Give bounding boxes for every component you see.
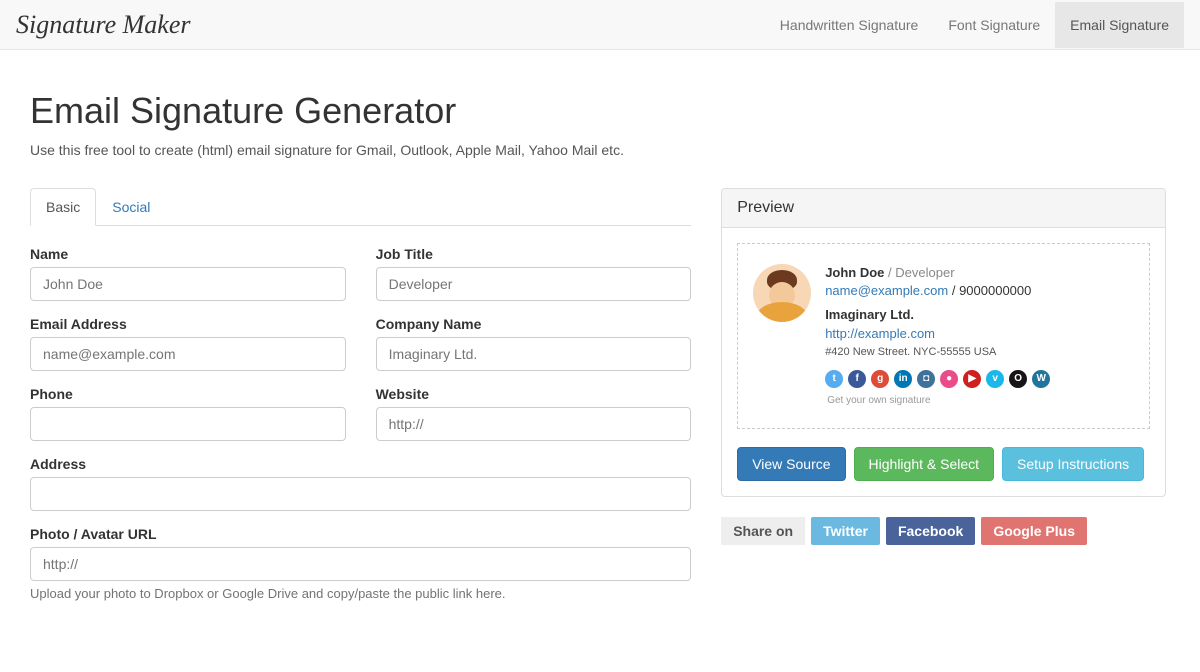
nav-handwritten[interactable]: Handwritten Signature [765, 2, 934, 48]
email-input[interactable] [30, 337, 346, 371]
vimeo-icon[interactable]: v [986, 370, 1004, 388]
share-google-button[interactable]: Google Plus [981, 517, 1087, 545]
nav-email[interactable]: Email Signature [1055, 2, 1184, 48]
address-input[interactable] [30, 477, 691, 511]
avatar [753, 264, 811, 322]
website-label: Website [376, 386, 692, 402]
highlight-button[interactable]: Highlight & Select [854, 447, 995, 481]
website-input[interactable] [376, 407, 692, 441]
share-facebook-button[interactable]: Facebook [886, 517, 975, 545]
tab-basic[interactable]: Basic [30, 188, 96, 226]
preview-panel: Preview John Doe / Developer name@exampl… [721, 188, 1166, 497]
phone-input[interactable] [30, 407, 346, 441]
instagram-icon[interactable]: ◘ [917, 370, 935, 388]
preview-column: Preview John Doe / Developer name@exampl… [721, 188, 1166, 616]
view-source-button[interactable]: View Source [737, 447, 845, 481]
setup-button[interactable]: Setup Instructions [1002, 447, 1144, 481]
preview-website[interactable]: http://example.com [825, 326, 935, 341]
address-label: Address [30, 456, 691, 472]
job-input[interactable] [376, 267, 692, 301]
preview-address: #420 New Street. NYC-55555 USA [825, 345, 1050, 360]
preview-phone: 9000000000 [959, 283, 1031, 298]
nav-right: Handwritten Signature Font Signature Ema… [765, 2, 1184, 48]
dribbble-icon[interactable]: ● [940, 370, 958, 388]
page-subtitle: Use this free tool to create (html) emai… [30, 142, 1170, 158]
phone-label: Phone [30, 386, 346, 402]
photo-input[interactable] [30, 547, 691, 581]
preview-sep2: / [948, 283, 959, 298]
googleplus-icon[interactable]: g [871, 370, 889, 388]
company-input[interactable] [376, 337, 692, 371]
form-column: Basic Social Name Job Title Email Addres… [30, 188, 691, 616]
preview-company: Imaginary Ltd. [825, 306, 1050, 324]
form-tabs: Basic Social [30, 188, 691, 226]
nav-font[interactable]: Font Signature [933, 2, 1055, 48]
preview-heading: Preview [722, 189, 1165, 228]
main-container: Email Signature Generator Use this free … [15, 50, 1185, 636]
facebook-icon[interactable]: f [848, 370, 866, 388]
job-label: Job Title [376, 246, 692, 262]
tab-social[interactable]: Social [96, 188, 166, 226]
email-label: Email Address [30, 316, 346, 332]
share-twitter-button[interactable]: Twitter [811, 517, 880, 545]
github-icon[interactable]: O [1009, 370, 1027, 388]
social-icons-row: tfgin ◘ ● ▶ vOW [825, 370, 1050, 388]
navbar: Signature Maker Handwritten Signature Fo… [0, 0, 1200, 50]
preview-role: Developer [895, 265, 954, 280]
wordpress-icon[interactable]: W [1032, 370, 1050, 388]
brand-logo: Signature Maker [16, 10, 191, 40]
share-label: Share on [721, 517, 805, 545]
company-label: Company Name [376, 316, 692, 332]
twitter-icon[interactable]: t [825, 370, 843, 388]
name-label: Name [30, 246, 346, 262]
own-signature-link[interactable]: Get your own signature [827, 394, 1050, 408]
preview-email[interactable]: name@example.com [825, 283, 948, 298]
preview-name: John Doe [825, 265, 884, 280]
name-input[interactable] [30, 267, 346, 301]
photo-label: Photo / Avatar URL [30, 526, 691, 542]
linkedin-icon[interactable]: in [894, 370, 912, 388]
page-title: Email Signature Generator [30, 90, 1170, 132]
signature-preview: John Doe / Developer name@example.com / … [737, 243, 1150, 429]
youtube-icon[interactable]: ▶ [963, 370, 981, 388]
preview-sep: / [884, 265, 895, 280]
photo-help: Upload your photo to Dropbox or Google D… [30, 586, 691, 601]
share-row: Share on Twitter Facebook Google Plus [721, 517, 1166, 545]
